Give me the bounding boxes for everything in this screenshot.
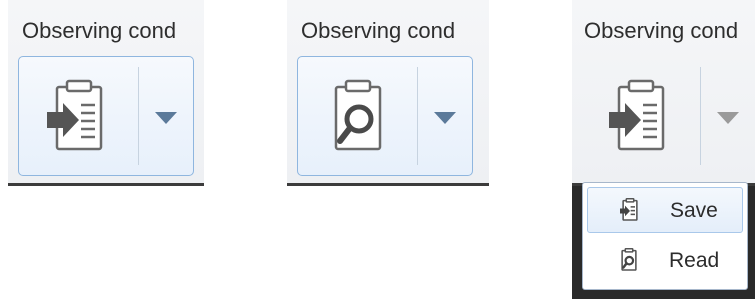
clipboard-save-icon (609, 79, 665, 151)
menu-item-save[interactable]: Save (587, 187, 743, 233)
observing-conditions-split-button[interactable] (18, 56, 194, 176)
observing-conditions-split-button[interactable] (580, 56, 755, 176)
group-title: Observing cond (584, 18, 739, 43)
menu-item-label: Save (670, 199, 718, 222)
menu-item-read[interactable]: Read (587, 238, 743, 284)
chevron-down-icon (155, 112, 177, 124)
clipboard-save-icon (47, 79, 103, 151)
save-conditions-button[interactable] (581, 57, 699, 175)
dropdown-arrow-button[interactable] (139, 57, 193, 175)
clipboard-save-icon (620, 198, 638, 221)
group-title: Observing cond (22, 18, 177, 43)
dropdown-menu: Save Read (582, 182, 748, 290)
save-conditions-button[interactable] (19, 57, 137, 175)
menu-item-label: Read (669, 249, 720, 272)
observing-conditions-split-button[interactable] (297, 56, 473, 176)
chevron-down-icon (717, 112, 739, 124)
dropdown-arrow-button[interactable] (418, 57, 472, 175)
ribbon-group-3: Observing cond (572, 0, 755, 186)
read-conditions-button[interactable] (298, 57, 416, 175)
chevron-down-icon (434, 112, 456, 124)
group-title: Observing cond (301, 18, 456, 43)
ribbon-group-2: Observing cond (287, 0, 489, 186)
ribbon-group-1: Observing cond (8, 0, 204, 186)
dropdown-arrow-button[interactable] (701, 57, 755, 175)
clipboard-read-icon (621, 248, 637, 271)
clipboard-read-icon (334, 79, 382, 151)
